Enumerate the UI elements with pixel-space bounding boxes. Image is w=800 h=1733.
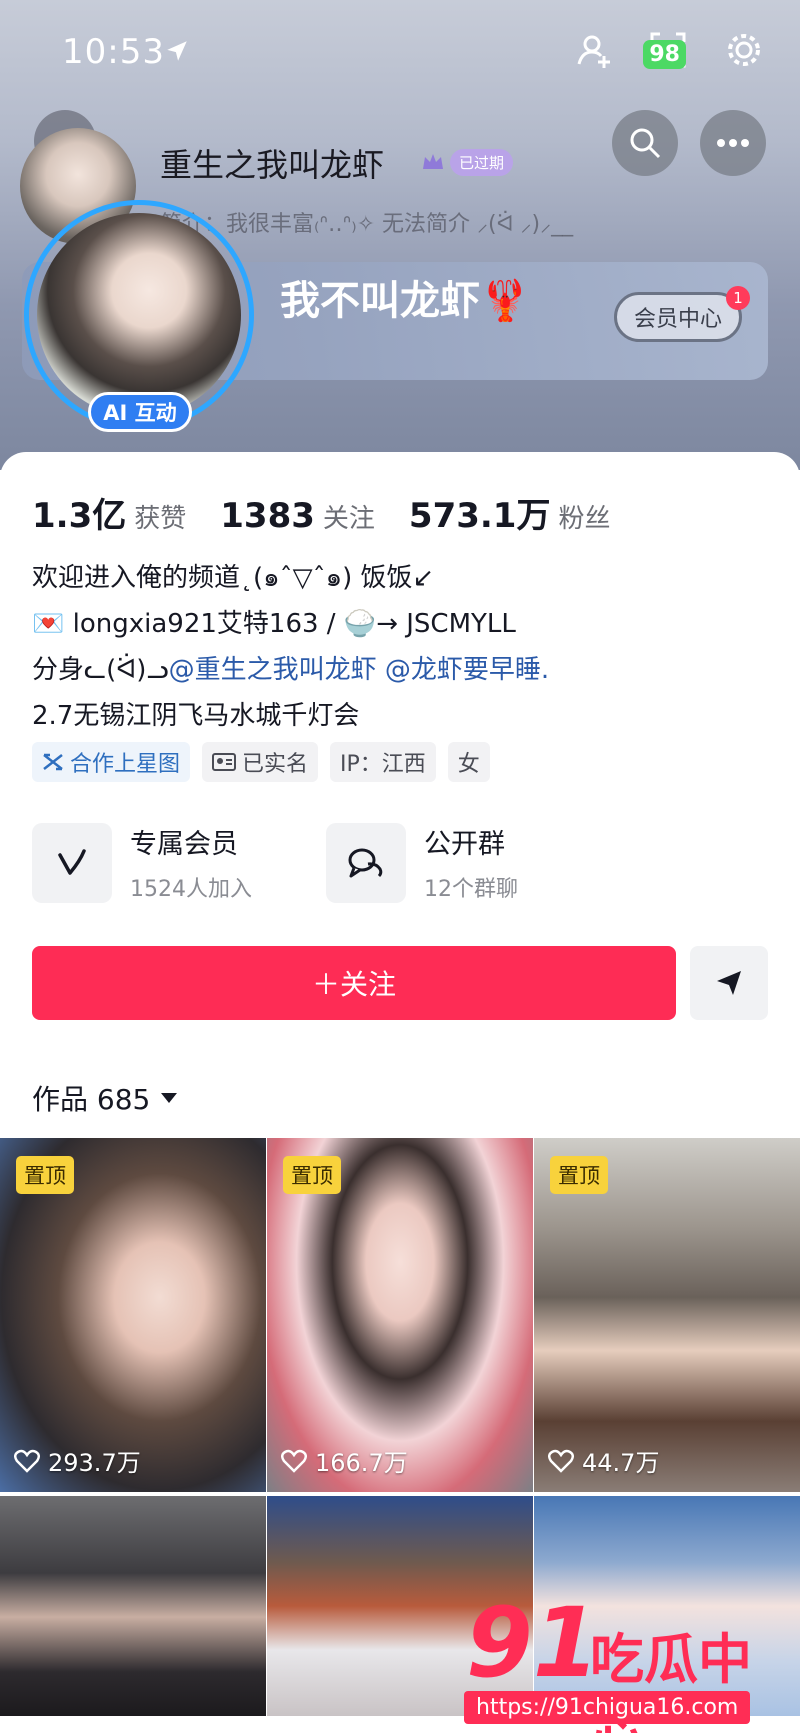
star-map-icon bbox=[43, 753, 63, 771]
follow-button[interactable]: ＋关注 bbox=[32, 946, 676, 1020]
heart-icon bbox=[548, 1449, 574, 1473]
watermark-url: https://91chigua16.com bbox=[464, 1691, 751, 1724]
mention-link-2[interactable]: @龙虾要早睡. bbox=[385, 655, 549, 685]
tag-label: IP：江西 bbox=[340, 752, 426, 777]
search-button[interactable] bbox=[612, 110, 678, 176]
status-time: 10:53 bbox=[62, 32, 165, 72]
site-watermark: 91 吃瓜中心 https://91chigua16.com bbox=[460, 1593, 790, 1733]
more-dots-icon bbox=[717, 139, 749, 147]
tag-star-map[interactable]: 合作上星图 bbox=[32, 742, 191, 782]
bio-line-2: 💌 longxia921艾特163 / 🍚→ JSCMYLL bbox=[32, 609, 516, 639]
vip-center-button[interactable]: 会员中心 bbox=[614, 292, 742, 342]
profile-tags: 合作上星图 已实名 IP：江西 女 bbox=[32, 742, 490, 782]
followers-label: 粉丝 bbox=[558, 504, 611, 534]
watermark-number: 91 bbox=[466, 1587, 600, 1699]
id-card-icon bbox=[212, 753, 237, 771]
heart-icon bbox=[281, 1449, 307, 1473]
like-count: 44.7万 bbox=[548, 1443, 659, 1478]
tag-label: 合作上星图 bbox=[70, 752, 181, 777]
ai-interact-badge[interactable]: AI 互动 bbox=[88, 392, 192, 432]
exclusive-membership[interactable]: 专属会员 1524人加入 bbox=[32, 822, 252, 903]
video-thumbnail[interactable]: 置顶 166.7万 bbox=[267, 1138, 533, 1492]
bio-line-3: 分身ᓚ(ᐛ)ᓗ@重生之我叫龙虾 @龙虾要早睡. bbox=[32, 647, 549, 693]
profile-bio: 欢迎进入俺的频道˛(๑ˆ▽ˆ๑) 饭饭↙ 💌 longxia921艾特163 /… bbox=[32, 555, 549, 739]
header-intro: 简介：我很丰富₍ᐢ‥ᐢ₎✧ 无法简介 ⸝(ᐛ ⸝)⸝__ bbox=[160, 212, 574, 237]
expired-vip-badge: 已过期 bbox=[420, 146, 514, 178]
location-arrow-icon bbox=[167, 41, 187, 61]
following-count[interactable]: 1383 bbox=[220, 496, 315, 536]
bio-line-4: 2.7无锡江阴飞马水城千灯会 bbox=[32, 701, 360, 731]
public-group[interactable]: 公开群 12个群聊 bbox=[326, 822, 518, 903]
likes-count[interactable]: 1.3亿 bbox=[32, 488, 126, 537]
video-thumbnail[interactable] bbox=[0, 1496, 266, 1716]
heart-icon bbox=[14, 1449, 40, 1473]
battery-indicator: 98 bbox=[643, 40, 686, 69]
banner-title: 我不叫龙虾🦞 bbox=[280, 278, 530, 324]
group-title: 公开群 bbox=[424, 829, 505, 860]
like-count: 293.7万 bbox=[14, 1443, 141, 1478]
tag-ip: IP：江西 bbox=[330, 742, 436, 782]
like-count-value: 293.7万 bbox=[48, 1449, 141, 1477]
bio-line-1: 欢迎进入俺的频道˛(๑ˆ▽ˆ๑) 饭饭↙ bbox=[32, 563, 435, 593]
membership-v-icon bbox=[58, 848, 86, 875]
like-count-value: 44.7万 bbox=[582, 1449, 660, 1477]
group-chat-icon bbox=[348, 848, 383, 877]
tag-label: 女 bbox=[457, 752, 480, 777]
mention-link-1[interactable]: @重生之我叫龙虾 bbox=[169, 655, 377, 685]
likes-label: 获赞 bbox=[134, 504, 187, 534]
pinned-badge: 置顶 bbox=[16, 1156, 74, 1194]
video-thumbnail[interactable]: 置顶 44.7万 bbox=[534, 1138, 800, 1492]
bio-line-3-prefix: 分身ᓚ(ᐛ)ᓗ bbox=[32, 655, 169, 685]
status-bar: 10:53 98 bbox=[0, 28, 800, 78]
video-thumbnail[interactable]: 置顶 293.7万 bbox=[0, 1138, 266, 1492]
membership-subtitle: 1524人加入 bbox=[130, 877, 252, 902]
search-icon bbox=[630, 128, 661, 159]
followers-count[interactable]: 573.1万 bbox=[409, 488, 551, 537]
add-user-icon[interactable] bbox=[574, 30, 614, 70]
like-count: 166.7万 bbox=[281, 1443, 408, 1478]
like-count-value: 166.7万 bbox=[315, 1449, 408, 1477]
tag-verified[interactable]: 已实名 bbox=[202, 742, 319, 782]
membership-title: 专属会员 bbox=[130, 829, 238, 860]
tag-gender: 女 bbox=[447, 742, 490, 782]
share-button[interactable] bbox=[690, 946, 768, 1020]
expired-label: 已过期 bbox=[450, 148, 514, 176]
more-button[interactable] bbox=[700, 110, 766, 176]
send-arrow-icon bbox=[717, 971, 741, 995]
pinned-badge: 置顶 bbox=[550, 1156, 608, 1194]
works-title-label: 作品 685 bbox=[32, 1083, 151, 1116]
membership-icon-box bbox=[32, 822, 112, 903]
header-nickname: 重生之我叫龙虾 bbox=[160, 146, 385, 184]
group-icon-box bbox=[326, 822, 406, 903]
vip-notification-dot: 1 bbox=[726, 286, 750, 310]
works-tab[interactable]: 作品 685 bbox=[32, 1078, 178, 1118]
crown-icon bbox=[423, 154, 443, 169]
following-label: 关注 bbox=[322, 504, 375, 534]
avatar-image bbox=[37, 213, 241, 417]
tag-label: 已实名 bbox=[242, 752, 309, 777]
pinned-badge: 置顶 bbox=[283, 1156, 341, 1194]
settings-gear-icon[interactable] bbox=[724, 30, 764, 70]
group-subtitle: 12个群聊 bbox=[424, 877, 518, 902]
caret-down-icon bbox=[161, 1093, 178, 1103]
profile-stats: 1.3亿 获赞 1383 关注 573.1万 粉丝 bbox=[32, 488, 644, 537]
